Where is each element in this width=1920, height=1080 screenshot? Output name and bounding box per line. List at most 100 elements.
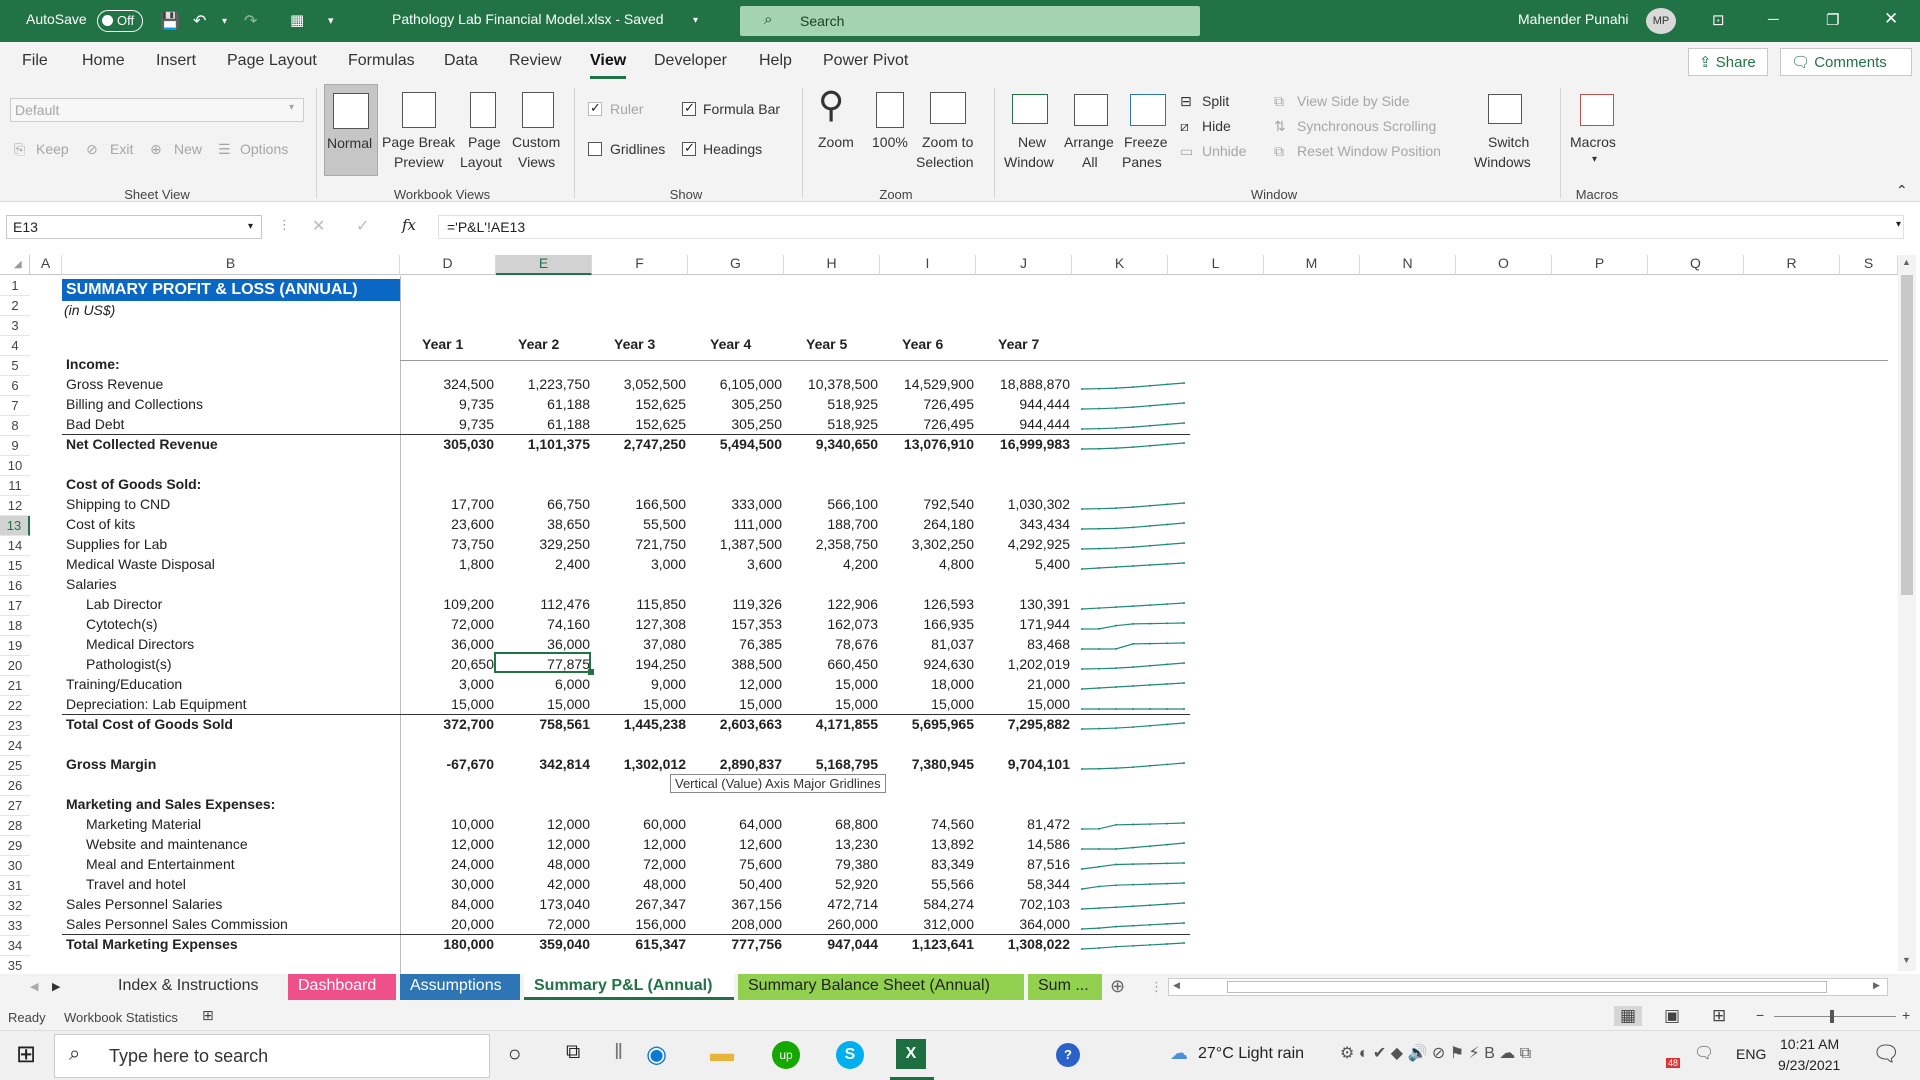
menu-help[interactable]: Help (759, 52, 792, 70)
value-cell[interactable]: 13,076,910 (880, 434, 974, 454)
add-sheet-icon[interactable]: ⊕ (1110, 976, 1125, 997)
value-cell[interactable]: 48,000 (496, 854, 590, 874)
value-cell[interactable]: 4,200 (784, 554, 878, 574)
value-cell[interactable]: 24,000 (400, 854, 494, 874)
value-cell[interactable]: 6,105,000 (688, 374, 782, 394)
menu-developer[interactable]: Developer (654, 52, 727, 70)
switch-windows-button[interactable]: Switch Windows (1472, 84, 1540, 176)
value-cell[interactable]: 4,800 (880, 554, 974, 574)
value-cell[interactable]: 122,906 (784, 594, 878, 614)
line-label[interactable]: Meal and Entertainment (86, 854, 235, 874)
value-cell[interactable]: 1,302,012 (592, 754, 686, 774)
excel-taskbar-icon[interactable]: X (896, 1039, 926, 1069)
value-cell[interactable]: 1,223,750 (496, 374, 590, 394)
value-cell[interactable]: 16,999,983 (976, 434, 1070, 454)
menu-file[interactable]: File (22, 52, 48, 70)
column-header-g[interactable]: G (688, 255, 784, 275)
clock-date[interactable]: 9/23/2021 (1778, 1057, 1840, 1073)
value-cell[interactable]: 14,529,900 (880, 374, 974, 394)
value-cell[interactable]: 68,800 (784, 814, 878, 834)
value-cell[interactable]: 12,000 (496, 814, 590, 834)
sheet-tab[interactable]: Index & Instructions (108, 974, 284, 1000)
row-header-35[interactable]: 35 (0, 956, 30, 974)
value-cell[interactable]: 23,600 (400, 514, 494, 534)
value-cell[interactable]: 924,630 (880, 654, 974, 674)
value-cell[interactable]: 75,600 (688, 854, 782, 874)
menu-insert[interactable]: Insert (156, 52, 196, 70)
value-cell[interactable]: 74,560 (880, 814, 974, 834)
gridlines-checkbox[interactable] (588, 142, 602, 156)
autosave-toggle[interactable]: Off (97, 10, 143, 32)
chevron-down-icon[interactable]: ▾ (248, 221, 253, 232)
value-cell[interactable]: 15,000 (592, 694, 686, 714)
value-cell[interactable]: 584,274 (880, 894, 974, 914)
value-cell[interactable]: 305,250 (688, 414, 782, 434)
value-cell[interactable]: 333,000 (688, 494, 782, 514)
column-header-p[interactable]: P (1552, 255, 1648, 275)
skype-icon[interactable]: S (836, 1041, 864, 1069)
value-cell[interactable]: 126,593 (880, 594, 974, 614)
value-cell[interactable]: 55,500 (592, 514, 686, 534)
hide-button[interactable]: Hide (1202, 118, 1231, 134)
row-header-18[interactable]: 18 (0, 616, 30, 636)
value-cell[interactable]: 388,500 (688, 654, 782, 674)
value-cell[interactable]: 4,292,925 (976, 534, 1070, 554)
value-cell[interactable]: 72,000 (496, 914, 590, 934)
value-cell[interactable]: 372,700 (400, 714, 494, 734)
value-cell[interactable]: 15,000 (400, 694, 494, 714)
arrange-all-button[interactable]: Arrange All (1062, 84, 1120, 176)
row-header-5[interactable]: 5 (0, 356, 30, 376)
line-label[interactable]: Medical Waste Disposal (66, 554, 215, 574)
value-cell[interactable]: 173,040 (496, 894, 590, 914)
value-cell[interactable]: 5,400 (976, 554, 1070, 574)
row-header-9[interactable]: 9 (0, 436, 30, 456)
value-cell[interactable]: 1,101,375 (496, 434, 590, 454)
value-cell[interactable]: 162,073 (784, 614, 878, 634)
value-cell[interactable]: 944,444 (976, 394, 1070, 414)
sheet-tab[interactable]: Assumptions (400, 974, 520, 1000)
value-cell[interactable]: 3,000 (400, 674, 494, 694)
value-cell[interactable]: 66,750 (496, 494, 590, 514)
value-cell[interactable]: 61,188 (496, 394, 590, 414)
column-header-q[interactable]: Q (1648, 255, 1744, 275)
column-header-d[interactable]: D (400, 255, 496, 275)
chat-icon[interactable]: 🗨 (1694, 1043, 1714, 1063)
column-header-m[interactable]: M (1264, 255, 1360, 275)
row-header-3[interactable]: 3 (0, 316, 30, 336)
line-label[interactable]: Salaries (66, 574, 117, 594)
value-cell[interactable]: 166,500 (592, 494, 686, 514)
column-header-k[interactable]: K (1072, 255, 1168, 275)
headings-checkbox[interactable] (682, 140, 696, 156)
value-cell[interactable]: 1,387,500 (688, 534, 782, 554)
column-header-f[interactable]: F (592, 255, 688, 275)
value-cell[interactable]: 20,000 (400, 914, 494, 934)
value-cell[interactable]: 312,000 (880, 914, 974, 934)
value-cell[interactable]: 79,380 (784, 854, 878, 874)
line-label[interactable]: Marketing Material (86, 814, 201, 834)
value-cell[interactable]: 10,378,500 (784, 374, 878, 394)
value-cell[interactable]: 3,600 (688, 554, 782, 574)
value-cell[interactable]: 9,735 (400, 414, 494, 434)
value-cell[interactable]: 2,747,250 (592, 434, 686, 454)
restore-icon[interactable]: ❐ (1826, 11, 1839, 29)
value-cell[interactable]: 758,561 (496, 714, 590, 734)
value-cell[interactable]: 260,000 (784, 914, 878, 934)
value-cell[interactable]: 188,700 (784, 514, 878, 534)
row-header-27[interactable]: 27 (0, 796, 30, 816)
row-header-24[interactable]: 24 (0, 736, 30, 756)
value-cell[interactable]: 518,925 (784, 394, 878, 414)
freeze-panes-button[interactable]: Freeze Panes (1120, 84, 1176, 176)
value-cell[interactable]: 726,495 (880, 414, 974, 434)
row-header-32[interactable]: 32 (0, 896, 30, 916)
value-cell[interactable]: 58,344 (976, 874, 1070, 894)
row-header-28[interactable]: 28 (0, 816, 30, 836)
menu-review[interactable]: Review (509, 52, 561, 70)
line-label[interactable]: Website and maintenance (86, 834, 248, 854)
row-header-2[interactable]: 2 (0, 296, 30, 316)
value-cell[interactable]: 7,295,882 (976, 714, 1070, 734)
row-header-34[interactable]: 34 (0, 936, 30, 956)
line-label[interactable]: Total Marketing Expenses (66, 934, 238, 954)
row-header-4[interactable]: 4 (0, 336, 30, 356)
value-cell[interactable]: 305,030 (400, 434, 494, 454)
line-label[interactable]: Depreciation: Lab Equipment (66, 694, 247, 714)
